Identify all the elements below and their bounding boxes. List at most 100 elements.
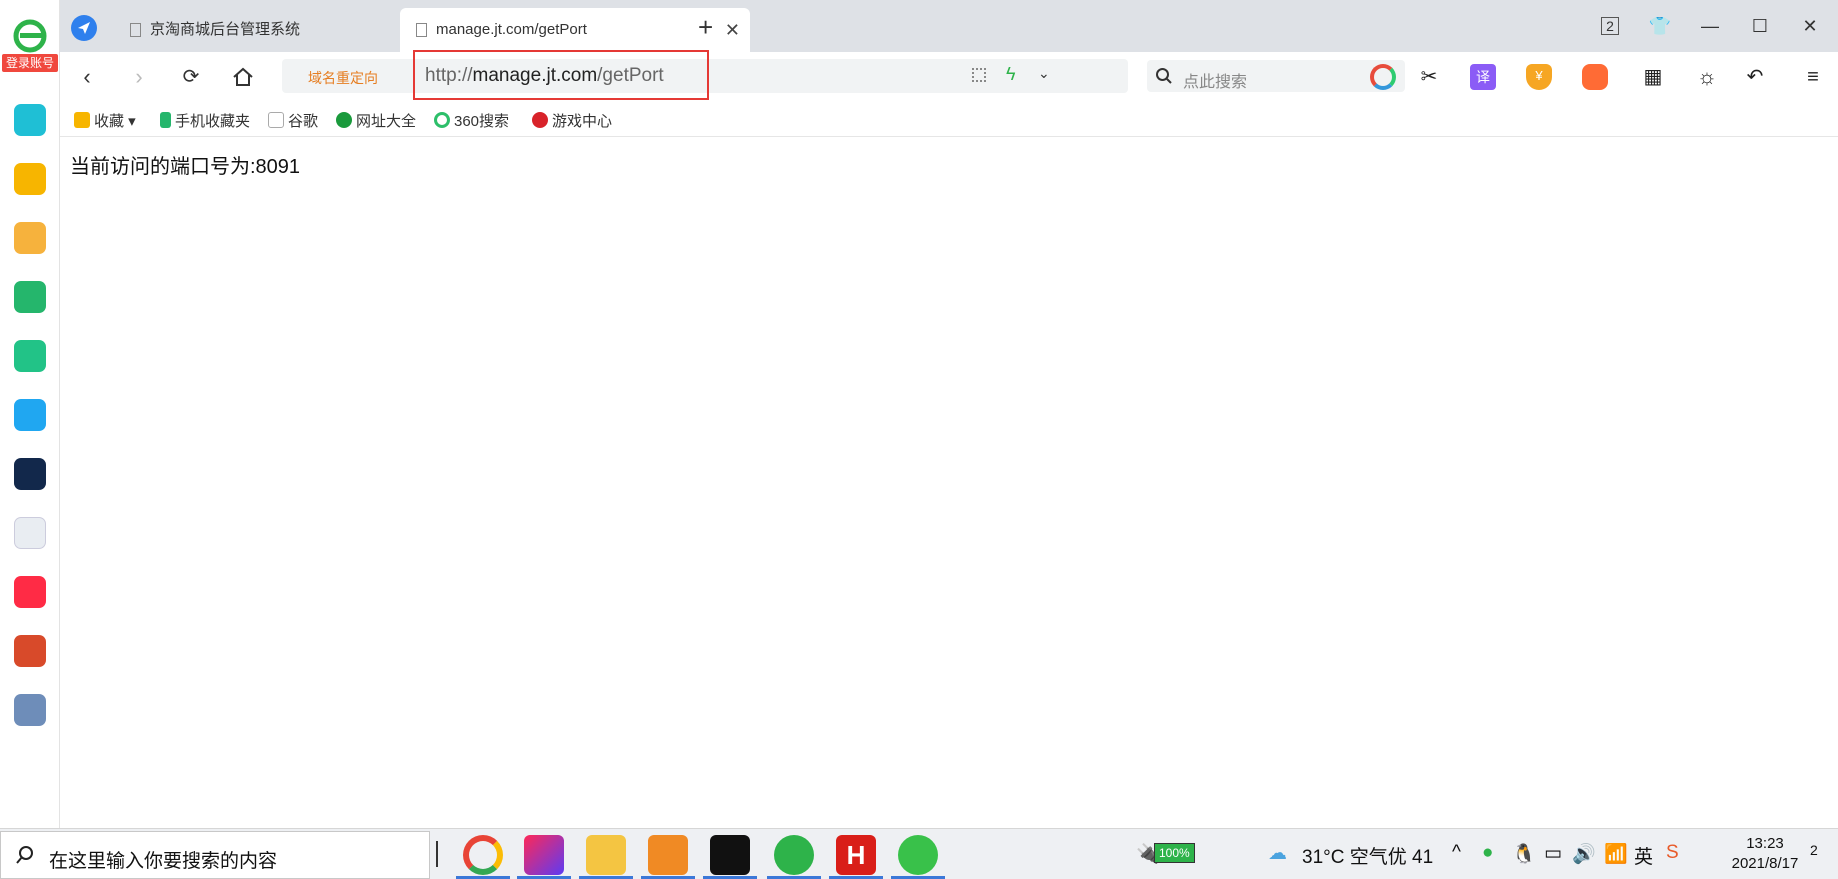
sidebar: 登录账号: [0, 0, 60, 828]
bookmark-label: 手机收藏夹: [175, 113, 251, 130]
page-icon: [268, 112, 284, 128]
360-browser-ring-icon[interactable]: [1370, 64, 1396, 90]
green-pen-app-icon[interactable]: [898, 835, 938, 875]
weather-text[interactable]: 31°C 空气优 41: [1302, 842, 1433, 869]
wechat-icon[interactable]: ●: [1482, 842, 1493, 864]
forward-button[interactable]: ›: [122, 60, 156, 94]
bookmark-url-directory[interactable]: 网址大全: [336, 110, 416, 131]
game-icon: [532, 112, 548, 128]
h-app-icon[interactable]: H: [836, 835, 876, 875]
search-icon: [16, 846, 33, 864]
tab-count-text: 2: [1601, 17, 1619, 35]
favorites-app-icon[interactable]: [14, 163, 46, 195]
game-app-icon[interactable]: [14, 635, 46, 667]
phone-icon: [160, 112, 171, 128]
intellij-idea-icon[interactable]: [524, 835, 564, 875]
home-icon[interactable]: [232, 66, 254, 88]
star-icon: [74, 112, 90, 128]
ime-icon[interactable]: 英: [1634, 842, 1653, 869]
bookmark-label: 收藏: [94, 113, 125, 130]
bookmark-google[interactable]: 谷歌: [268, 110, 318, 131]
close-tab-icon[interactable]: ✕: [725, 8, 740, 52]
news-app-icon[interactable]: [14, 458, 46, 490]
translate-icon[interactable]: 译: [1470, 64, 1496, 90]
search-icon: [1156, 68, 1172, 84]
bookmark-favorites[interactable]: 收藏 ▾: [74, 110, 136, 131]
maximize-button[interactable]: ☐: [1746, 12, 1774, 40]
tab-title: 京淘商城后台管理系统: [150, 21, 301, 38]
page-icon: [130, 23, 141, 37]
bookmark-label: 谷歌: [288, 113, 319, 130]
lightning-icon[interactable]: ϟ: [1006, 64, 1016, 85]
bookmark-label: 网址大全: [356, 113, 417, 130]
tab-strip: 京淘商城后台管理系统 manage.jt.com/getPort ✕ + 2 👕…: [60, 0, 1838, 52]
url-host: manage.jt.com: [472, 65, 598, 86]
notification-icon[interactable]: 2: [1810, 842, 1818, 858]
360-browser-taskbar-icon[interactable]: [774, 835, 814, 875]
port-message: 当前访问的端口号为:8091: [70, 156, 301, 178]
address-toolbar: ‹ › ⟳ ϟ ⌄ 域名重定向 点此搜索 ✂ 译 ¥ ▦ ☼ ↶ ≡: [60, 52, 1838, 101]
show-hidden-icons-icon[interactable]: ^: [1452, 842, 1461, 864]
bookmarks-bar: 收藏 ▾ 手机收藏夹 谷歌 网址大全 360搜索 游戏中心: [60, 101, 1838, 137]
close-window-button[interactable]: ✕: [1796, 12, 1824, 40]
taskbar-search-input[interactable]: 在这里输入你要搜索的内容: [0, 831, 430, 879]
skin-icon[interactable]: 👕: [1646, 12, 1674, 40]
qr-code-icon[interactable]: [972, 68, 986, 82]
tab-count-badge[interactable]: 2: [1596, 12, 1624, 40]
url-text[interactable]: http://manage.jt.com/getPort: [425, 65, 664, 87]
shield-icon[interactable]: ¥: [1526, 64, 1552, 90]
apps-grid-icon[interactable]: ▦: [1640, 64, 1666, 90]
plus-app-icon[interactable]: [14, 104, 46, 136]
back-button[interactable]: ‹: [70, 60, 104, 94]
bookmark-mobile[interactable]: 手机收藏夹: [160, 110, 250, 131]
undo-icon[interactable]: ↶: [1742, 64, 1768, 90]
battery-percent: 100%: [1159, 846, 1190, 860]
login-button[interactable]: 登录账号: [2, 54, 58, 72]
bookmark-game-center[interactable]: 游戏中心: [532, 110, 612, 131]
url-path: /getPort: [597, 65, 664, 86]
brightness-icon[interactable]: ☼: [1694, 64, 1720, 90]
weather-icon[interactable]: ☁: [1268, 842, 1287, 865]
menu-icon[interactable]: ≡: [1800, 64, 1826, 90]
taskbar: 在这里输入你要搜索的内容 H 🔌 100% ☁ 31°C 空气优 41 ^ ● …: [0, 828, 1838, 879]
clock-time: 13:23: [1746, 835, 1784, 852]
game-controller-icon[interactable]: [1582, 64, 1608, 90]
xiaohongshu-app-icon[interactable]: [14, 576, 46, 608]
file-explorer-icon[interactable]: [586, 835, 626, 875]
taskbar-search-placeholder: 在这里输入你要搜索的内容: [49, 851, 278, 872]
notification-count: 2: [1810, 842, 1818, 858]
wps-app-icon[interactable]: [14, 517, 46, 549]
clock[interactable]: 13:23 2021/8/17: [1710, 834, 1820, 874]
reload-button[interactable]: ⟳: [174, 60, 208, 94]
page-content: 当前访问的端口号为:8091: [60, 138, 1838, 828]
task-view-divider: [436, 841, 438, 867]
weibo-app-icon[interactable]: [14, 222, 46, 254]
terminal-icon[interactable]: [710, 835, 750, 875]
pdf-app-icon[interactable]: [14, 399, 46, 431]
minimize-button[interactable]: —: [1696, 12, 1724, 40]
volume-icon[interactable]: 🔊: [1572, 842, 1596, 866]
tab-jingtao-admin[interactable]: 京淘商城后台管理系统: [114, 8, 399, 52]
battery-tray-icon[interactable]: ▭: [1544, 842, 1562, 865]
game2-app-icon[interactable]: [14, 694, 46, 726]
new-tab-button[interactable]: +: [698, 12, 713, 43]
cloud-app-icon[interactable]: [14, 340, 46, 372]
clock-date: 2021/8/17: [1731, 855, 1799, 872]
media-player-icon[interactable]: [648, 835, 688, 875]
chrome-icon[interactable]: [463, 835, 503, 875]
bookmark-label: 360搜索: [454, 113, 510, 130]
qq-icon[interactable]: 🐧: [1512, 842, 1536, 866]
sogou-icon[interactable]: S: [1666, 842, 1679, 864]
tab-title: manage.jt.com/getPort: [436, 21, 587, 38]
redirect-label[interactable]: 域名重定向: [308, 68, 378, 88]
search-placeholder: 点此搜索: [1183, 74, 1248, 91]
navigate-icon[interactable]: [70, 14, 98, 42]
scissors-icon[interactable]: ✂: [1416, 64, 1442, 90]
wifi-icon[interactable]: 📶: [1604, 842, 1628, 866]
bookmark-360-search[interactable]: 360搜索: [434, 110, 509, 131]
globe-icon: [336, 112, 352, 128]
chevron-down-icon[interactable]: ⌄: [1038, 65, 1050, 82]
mail-app-icon[interactable]: [14, 281, 46, 313]
battery-indicator[interactable]: 100%: [1154, 843, 1195, 863]
url-scheme: http://: [425, 65, 473, 86]
